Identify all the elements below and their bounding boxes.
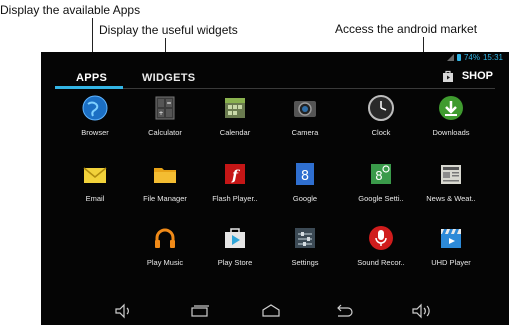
callout-market: Access the android market bbox=[335, 22, 478, 36]
signal-icon bbox=[446, 54, 454, 61]
app-email[interactable]: Email bbox=[59, 160, 131, 203]
folder-icon bbox=[154, 168, 176, 183]
tab-selected-indicator bbox=[55, 86, 123, 89]
camera-icon bbox=[294, 101, 316, 117]
app-label: Camera bbox=[291, 128, 319, 137]
headphones-icon bbox=[155, 228, 175, 248]
app-label: Google bbox=[292, 194, 318, 203]
app-play-music[interactable]: Play Music bbox=[129, 224, 201, 267]
app-label: Email bbox=[85, 194, 105, 203]
app-label: Calculator bbox=[148, 128, 182, 137]
calculator-icon: + = bbox=[155, 96, 175, 120]
app-label: Calendar bbox=[219, 128, 251, 137]
volume-up-icon[interactable] bbox=[411, 303, 433, 319]
download-icon bbox=[439, 96, 463, 120]
app-calculator[interactable]: + = Calculator bbox=[129, 94, 201, 137]
clock-time: 15:31 bbox=[482, 53, 503, 62]
recent-apps-icon[interactable] bbox=[188, 303, 210, 319]
back-icon[interactable] bbox=[333, 303, 355, 319]
google-icon: 8 bbox=[296, 163, 314, 185]
clock-icon bbox=[368, 95, 394, 121]
app-sound-recorder[interactable]: Sound Recor.. bbox=[345, 224, 417, 267]
app-grid: Browser + = Calculator Calendar Camera C… bbox=[59, 92, 499, 282]
svg-text:+: + bbox=[158, 110, 163, 117]
shop-label: SHOP bbox=[461, 70, 493, 82]
app-clock[interactable]: Clock bbox=[345, 94, 417, 137]
app-label: Google Setti.. bbox=[358, 194, 404, 203]
app-label: News & Weat.. bbox=[426, 194, 476, 203]
google-settings-icon: 8 bbox=[371, 164, 391, 184]
app-label: Flash Player.. bbox=[212, 194, 258, 203]
app-google-settings[interactable]: 8 Google Setti.. bbox=[345, 160, 417, 203]
app-downloads[interactable]: Downloads bbox=[415, 94, 487, 137]
flash-icon: f bbox=[225, 164, 245, 184]
settings-icon bbox=[295, 228, 315, 248]
app-settings[interactable]: Settings bbox=[269, 224, 341, 267]
app-label: Settings bbox=[291, 258, 319, 267]
tab-bar: APPS WIDGETS SHOP bbox=[55, 68, 495, 90]
app-play-store[interactable]: Play Store bbox=[199, 224, 271, 267]
microphone-icon bbox=[369, 226, 393, 250]
app-camera[interactable]: Camera bbox=[269, 94, 341, 137]
app-google[interactable]: 8 Google bbox=[269, 160, 341, 203]
navigation-bar bbox=[41, 297, 509, 325]
app-label: UHD Player bbox=[431, 258, 471, 267]
app-uhd-player[interactable]: UHD Player bbox=[415, 224, 487, 267]
svg-text:8: 8 bbox=[301, 169, 309, 184]
app-label: Browser bbox=[81, 128, 109, 137]
app-flash-player[interactable]: f Flash Player.. bbox=[199, 160, 271, 203]
shop-button[interactable]: SHOP bbox=[442, 70, 493, 82]
callout-widgets: Display the useful widgets bbox=[99, 23, 238, 37]
newspaper-icon bbox=[441, 165, 461, 184]
svg-text:8: 8 bbox=[375, 169, 383, 183]
tab-widgets[interactable]: WIDGETS bbox=[142, 72, 195, 84]
play-store-icon bbox=[225, 228, 245, 248]
callout-apps: Display the available Apps bbox=[0, 3, 141, 17]
tab-apps[interactable]: APPS bbox=[76, 72, 107, 84]
volume-down-icon[interactable] bbox=[113, 303, 135, 319]
tablet-screen: 74% 15:31 APPS WIDGETS SHOP Browser + = … bbox=[41, 52, 509, 325]
app-news-weather[interactable]: News & Weat.. bbox=[415, 160, 487, 203]
app-label: Play Music bbox=[146, 258, 184, 267]
app-label: Downloads bbox=[432, 128, 470, 137]
shopping-bag-icon bbox=[442, 70, 453, 82]
globe-icon bbox=[82, 95, 108, 121]
app-label: Clock bbox=[371, 128, 391, 137]
app-calendar[interactable]: Calendar bbox=[199, 94, 271, 137]
home-icon[interactable] bbox=[260, 303, 282, 319]
tab-divider bbox=[123, 88, 495, 89]
app-label: Play Store bbox=[217, 258, 253, 267]
status-bar: 74% 15:31 bbox=[41, 52, 509, 64]
svg-text:=: = bbox=[166, 100, 171, 107]
app-file-manager[interactable]: File Manager bbox=[129, 160, 201, 203]
email-icon bbox=[83, 167, 107, 183]
calendar-icon bbox=[225, 98, 245, 118]
battery-percent: 74% bbox=[463, 53, 480, 62]
clapperboard-icon bbox=[441, 229, 461, 248]
app-browser[interactable]: Browser bbox=[59, 94, 131, 137]
battery-icon bbox=[456, 54, 461, 61]
app-label: File Manager bbox=[143, 194, 187, 203]
app-label: Sound Recor.. bbox=[357, 258, 405, 267]
